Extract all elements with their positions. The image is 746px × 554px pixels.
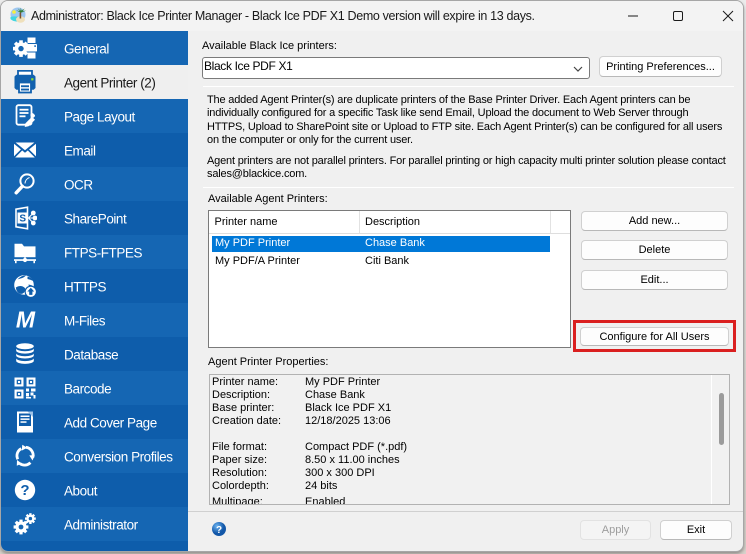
svg-text:M: M: [16, 308, 36, 332]
svg-text:S: S: [19, 214, 26, 225]
svg-text:?: ?: [216, 525, 222, 536]
svg-text:?: ?: [20, 482, 29, 499]
